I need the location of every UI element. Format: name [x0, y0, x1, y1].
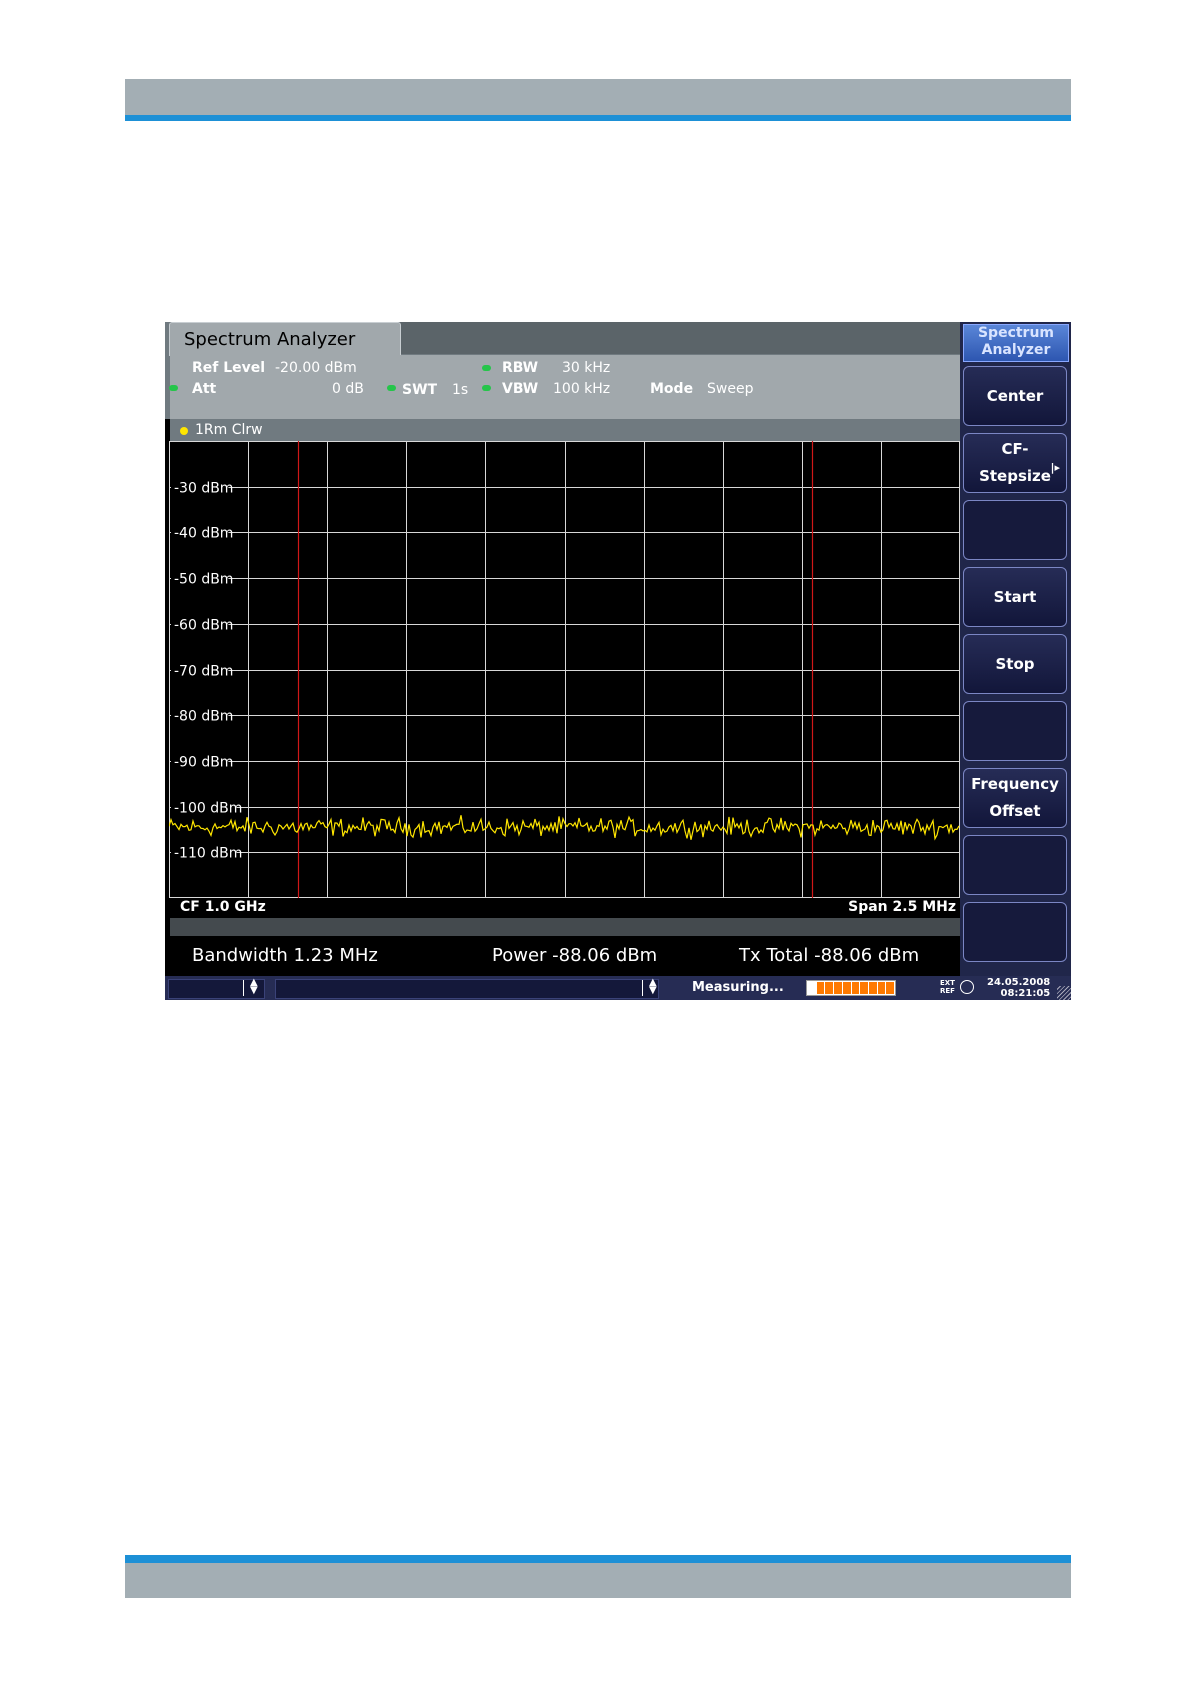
submenu-arrow-icon: |▸ — [1050, 461, 1060, 474]
page-header-rule — [125, 115, 1071, 121]
status-select-2[interactable] — [275, 979, 659, 999]
softkey-panel: Spectrum Analyzer Center CF- Stepsize |▸… — [960, 322, 1071, 976]
softkey-title-line1: Spectrum — [977, 325, 1055, 341]
mode-label: Mode — [650, 381, 694, 397]
x-axis-labels: CF 1.0 GHz Span 2.5 MHz — [170, 898, 960, 918]
settings-header: Spectrum Analyzer Ref Level -20.00 dBm A… — [165, 322, 960, 419]
cf-stepsize-button[interactable]: CF- Stepsize |▸ — [963, 433, 1067, 493]
settings-panel: Ref Level -20.00 dBm Att 0 dB SWT 1s RBW… — [169, 355, 960, 419]
tab-spectrum-analyzer[interactable]: Spectrum Analyzer — [169, 322, 401, 356]
att-value: 0 dB — [332, 381, 364, 397]
trace-info-bar: 1Rm Clrw — [170, 419, 960, 442]
swt-value: 1s — [452, 382, 469, 398]
time: 08:21:05 — [1000, 988, 1051, 999]
status-bar: ▲ ▼ ▲ ▼ Measuring... EXT REF 24.05.2008 08:2… — [165, 976, 1071, 1000]
softkey-title-line2: Analyzer — [981, 342, 1051, 358]
select-divider — [642, 980, 643, 996]
freq-offset-label-line1: Frequency — [971, 775, 1059, 793]
cf-stepsize-label-line1: CF- — [1001, 440, 1029, 458]
start-button[interactable]: Start — [963, 567, 1067, 627]
ext-ref-line2: REF — [940, 987, 955, 995]
rbw-value: 30 kHz — [562, 360, 611, 376]
trace-line — [169, 815, 960, 841]
trace-label: 1Rm Clrw — [195, 422, 263, 438]
page-header-band — [125, 79, 1071, 120]
swt-label: SWT — [402, 382, 438, 398]
progress-segment — [808, 982, 816, 994]
softkey-empty-3[interactable] — [963, 835, 1067, 895]
progress-segment — [842, 982, 851, 994]
center-button-label: Center — [986, 386, 1044, 405]
progress-segment — [860, 982, 868, 994]
att-label: Att — [192, 381, 217, 397]
progress-segment — [834, 982, 842, 994]
ref-level-label: Ref Level — [192, 360, 266, 376]
cf-stepsize-label-line2: Stepsize — [979, 467, 1051, 485]
y-tick-label: -40 dBm — [174, 526, 233, 542]
vbw-label: VBW — [502, 381, 539, 397]
status-message: Measuring... — [692, 980, 784, 995]
date: 24.05.2008 — [987, 977, 1051, 988]
plot-frame — [169, 441, 960, 898]
trace-indicator-icon — [180, 427, 188, 435]
measurement-results: Bandwidth 1.23 MHz Power -88.06 dBm Tx T… — [165, 936, 960, 976]
select-spin-icon: ▲ ▼ — [250, 977, 258, 996]
page-footer-rule — [125, 1555, 1071, 1563]
y-tick-label: -30 dBm — [174, 481, 233, 497]
y-tick-label: -100 dBm — [174, 801, 242, 817]
softkey-empty-1[interactable] — [963, 500, 1067, 560]
softkey-empty-4[interactable] — [963, 902, 1067, 962]
y-tick-label: -110 dBm — [174, 846, 242, 862]
ref-level-value: -20.00 dBm — [275, 360, 357, 376]
y-tick-label: -60 dBm — [174, 618, 233, 634]
y-tick-label: -50 dBm — [174, 572, 233, 588]
progress-segment — [816, 982, 825, 994]
y-tick-label: -90 dBm — [174, 755, 233, 771]
rbw-label: RBW — [502, 360, 539, 376]
sweep-progress-bar — [806, 980, 896, 996]
tab-label: Spectrum Analyzer — [184, 329, 356, 350]
mode-value: Sweep — [707, 381, 754, 397]
page-footer-band — [125, 1563, 1071, 1598]
vbw-value: 100 kHz — [553, 381, 611, 397]
progress-segment — [877, 982, 886, 994]
bandwidth-result: Bandwidth 1.23 MHz — [192, 945, 378, 966]
select-divider — [243, 980, 244, 996]
stop-button-label: Stop — [995, 654, 1035, 673]
ext-ref-icon — [960, 980, 974, 994]
spectrum-diagram: -30 dBm -40 dBm -50 dBm -60 dBm -70 dBm -80 d… — [169, 441, 960, 898]
ext-ref-line1: EXT — [940, 979, 955, 987]
start-button-label: Start — [993, 587, 1037, 606]
freq-offset-label-line2: Offset — [989, 802, 1041, 820]
divider-strip — [170, 918, 960, 936]
swt-led-icon — [387, 385, 396, 391]
softkey-menu-title: Spectrum Analyzer — [963, 324, 1069, 362]
softkey-empty-2[interactable] — [963, 701, 1067, 761]
tx-total-result: Tx Total -88.06 dBm — [739, 945, 920, 966]
center-frequency-label: CF 1.0 GHz — [180, 899, 266, 915]
vbw-led-icon — [482, 385, 491, 391]
date-time: 24.05.2008 08:21:05 — [987, 977, 1050, 999]
spectrum-plot[interactable]: -30 dBm -40 dBm -50 dBm -60 dBm -70 dBm -80 d… — [169, 441, 960, 898]
progress-segment — [825, 982, 834, 994]
span-label: Span 2.5 MHz — [848, 899, 956, 915]
instrument-screen: Spectrum Analyzer Ref Level -20.00 dBm A… — [165, 322, 1071, 1000]
frequency-offset-button[interactable]: Frequency Offset — [963, 768, 1067, 828]
progress-segment — [886, 982, 895, 994]
rbw-led-icon — [482, 365, 491, 371]
select-spin-icon: ▲ ▼ — [649, 977, 657, 996]
power-result: Power -88.06 dBm — [492, 945, 658, 966]
stop-button[interactable]: Stop — [963, 634, 1067, 694]
ext-ref-label: EXT REF — [940, 979, 955, 995]
progress-segment — [851, 982, 860, 994]
progress-segment — [868, 982, 877, 994]
y-tick-label: -70 dBm — [174, 664, 233, 680]
y-tick-label: -80 dBm — [174, 709, 233, 725]
center-button[interactable]: Center — [963, 366, 1067, 426]
att-led-icon — [169, 385, 178, 391]
resize-grip-icon[interactable] — [1057, 986, 1071, 1000]
